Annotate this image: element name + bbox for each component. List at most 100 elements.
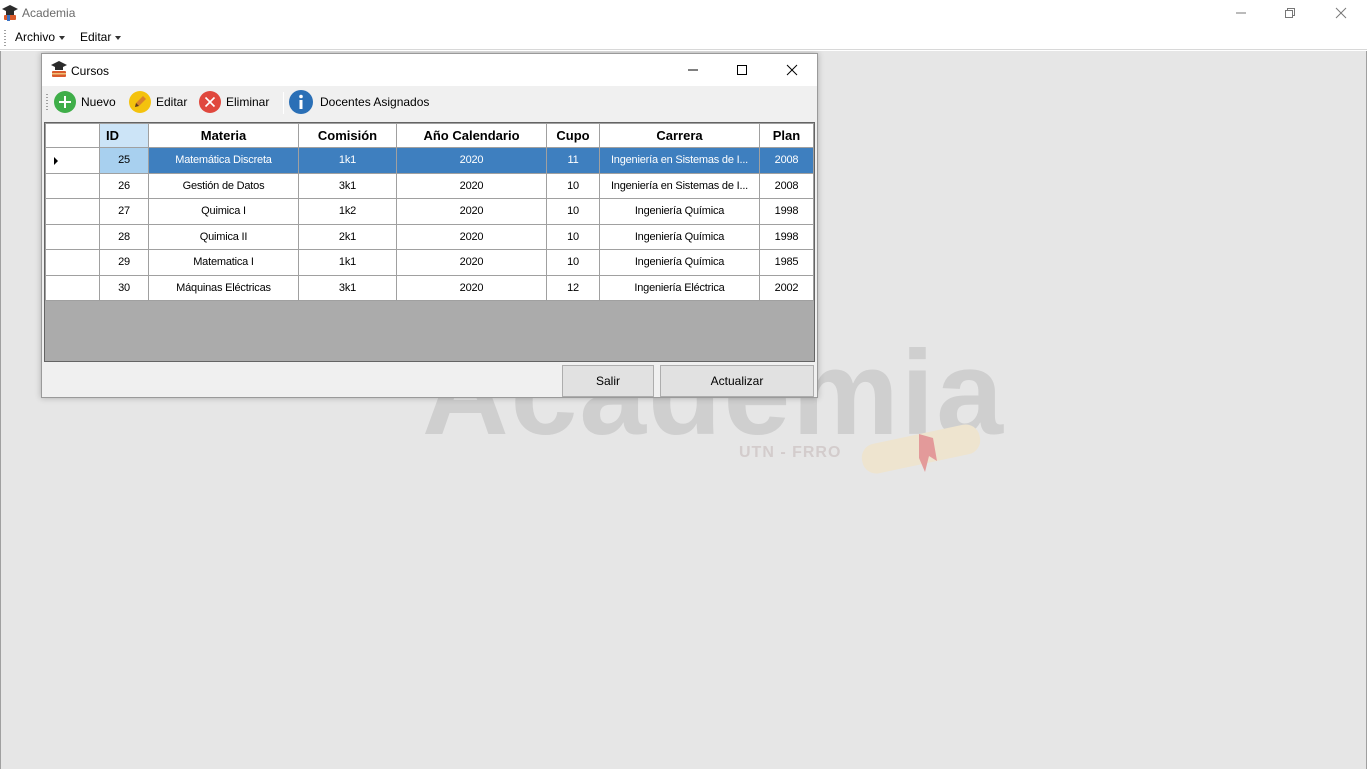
close-icon [786, 64, 798, 76]
child-maximize-button[interactable] [718, 54, 766, 86]
cell-comision[interactable]: 3k1 [298, 274, 397, 301]
cursos-window: Cursos Nuevo Editar Eliminar Docentes As… [41, 53, 818, 398]
column-header-materia[interactable]: Materia [148, 123, 299, 148]
row-header[interactable] [45, 198, 100, 225]
cursos-table: ID Materia Comisión Año Calendario Cupo … [45, 123, 814, 301]
cell-carrera[interactable]: Ingeniería en Sistemas de I... [599, 172, 760, 199]
cell-carrera[interactable]: Ingeniería Eléctrica [599, 274, 760, 301]
column-header-cupo[interactable]: Cupo [546, 123, 600, 148]
cell-anio[interactable]: 2020 [396, 147, 547, 174]
table-row[interactable]: 26 Gestión de Datos 3k1 2020 10 Ingenier… [45, 172, 814, 199]
column-header-plan[interactable]: Plan [759, 123, 814, 148]
cursos-titlebar: Cursos [42, 54, 817, 86]
column-header-carrera[interactable]: Carrera [599, 123, 760, 148]
docentes-asignados-button[interactable]: Docentes Asignados [288, 90, 429, 114]
cell-cupo[interactable]: 10 [546, 198, 600, 225]
toolbar-grip [46, 94, 48, 110]
row-header[interactable] [45, 274, 100, 301]
window-title: Academia [22, 6, 76, 20]
menu-archivo[interactable]: Archivo [15, 30, 66, 44]
editar-button[interactable]: Editar [128, 90, 187, 114]
cell-anio[interactable]: 2020 [396, 223, 547, 250]
row-header[interactable] [45, 147, 100, 174]
cell-cupo[interactable]: 12 [546, 274, 600, 301]
restore-button[interactable] [1267, 0, 1313, 26]
column-header-id[interactable]: ID [99, 123, 149, 148]
child-minimize-button[interactable] [669, 54, 717, 86]
cell-carrera[interactable]: Ingeniería Química [599, 198, 760, 225]
cell-materia[interactable]: Quimica I [148, 198, 299, 225]
cell-materia[interactable]: Matematica I [148, 249, 299, 276]
watermark-subtitle: UTN - FRRO [739, 444, 842, 461]
cell-comision[interactable]: 1k1 [298, 249, 397, 276]
nuevo-button[interactable]: Nuevo [53, 90, 116, 114]
salir-button[interactable]: Salir [562, 365, 654, 397]
diploma-icon [861, 424, 981, 474]
menu-archivo-label: Archivo [15, 30, 56, 44]
cell-materia[interactable]: Máquinas Eléctricas [148, 274, 299, 301]
restore-icon [1285, 8, 1295, 18]
cell-plan[interactable]: 1998 [759, 198, 814, 225]
table-row[interactable]: 27 Quimica I 1k2 2020 10 Ingeniería Quím… [45, 198, 814, 225]
row-header[interactable] [45, 172, 100, 199]
cell-cupo[interactable]: 11 [546, 147, 600, 174]
eliminar-button[interactable]: Eliminar [198, 90, 269, 114]
cursos-grid[interactable]: ID Materia Comisión Año Calendario Cupo … [44, 122, 815, 362]
editar-label: Editar [156, 95, 188, 109]
cell-id[interactable]: 29 [99, 249, 149, 276]
row-header[interactable] [45, 249, 100, 276]
table-header-row: ID Materia Comisión Año Calendario Cupo … [45, 123, 814, 148]
cursos-toolbar: Nuevo Editar Eliminar Docentes Asignados [42, 87, 817, 117]
cell-materia[interactable]: Matemática Discreta [148, 147, 299, 174]
cell-carrera[interactable]: Ingeniería Química [599, 223, 760, 250]
cell-carrera[interactable]: Ingeniería en Sistemas de I... [599, 147, 760, 174]
minimize-icon [1236, 12, 1246, 14]
cell-id[interactable]: 28 [99, 223, 149, 250]
cell-plan[interactable]: 2008 [759, 172, 814, 199]
cell-anio[interactable]: 2020 [396, 172, 547, 199]
cell-anio[interactable]: 2020 [396, 249, 547, 276]
eliminar-label: Eliminar [226, 95, 270, 109]
cell-plan[interactable]: 2008 [759, 147, 814, 174]
info-icon [289, 90, 313, 114]
cell-cupo[interactable]: 10 [546, 249, 600, 276]
cell-plan[interactable]: 1998 [759, 223, 814, 250]
cell-anio[interactable]: 2020 [396, 198, 547, 225]
row-header[interactable] [45, 223, 100, 250]
menu-grip [4, 30, 6, 46]
actualizar-button[interactable]: Actualizar [660, 365, 814, 397]
menu-editar[interactable]: Editar [80, 30, 122, 44]
cell-id[interactable]: 26 [99, 172, 149, 199]
toolbar-separator [283, 92, 284, 114]
table-row[interactable]: 29 Matematica I 1k1 2020 10 Ingeniería Q… [45, 249, 814, 276]
cell-comision[interactable]: 1k2 [298, 198, 397, 225]
cell-cupo[interactable]: 10 [546, 172, 600, 199]
cell-carrera[interactable]: Ingeniería Química [599, 249, 760, 276]
minimize-button[interactable] [1218, 0, 1264, 26]
graduation-cap-icon [50, 60, 68, 81]
cell-comision[interactable]: 2k1 [298, 223, 397, 250]
cell-plan[interactable]: 1985 [759, 249, 814, 276]
table-row[interactable]: 30 Máquinas Eléctricas 3k1 2020 12 Ingen… [45, 274, 814, 301]
child-close-button[interactable] [768, 54, 816, 86]
minimize-icon [688, 69, 698, 71]
cell-materia[interactable]: Quimica II [148, 223, 299, 250]
cell-comision[interactable]: 3k1 [298, 172, 397, 199]
cell-id[interactable]: 27 [99, 198, 149, 225]
cell-materia[interactable]: Gestión de Datos [148, 172, 299, 199]
close-button[interactable] [1318, 0, 1364, 26]
cell-plan[interactable]: 2002 [759, 274, 814, 301]
table-row[interactable]: 28 Quimica II 2k1 2020 10 Ingeniería Quí… [45, 223, 814, 250]
cell-cupo[interactable]: 10 [546, 223, 600, 250]
cell-comision[interactable]: 1k1 [298, 147, 397, 174]
table-row[interactable]: 25 Matemática Discreta 1k1 2020 11 Ingen… [45, 147, 814, 174]
add-icon [54, 91, 76, 113]
menu-editar-label: Editar [80, 30, 112, 44]
cell-anio[interactable]: 2020 [396, 274, 547, 301]
cell-id[interactable]: 25 [99, 147, 149, 174]
column-header-comision[interactable]: Comisión [298, 123, 397, 148]
nuevo-label: Nuevo [81, 95, 116, 109]
column-header-anio-calendario[interactable]: Año Calendario [396, 123, 547, 148]
current-row-arrow-icon [54, 157, 58, 165]
cell-id[interactable]: 30 [99, 274, 149, 301]
